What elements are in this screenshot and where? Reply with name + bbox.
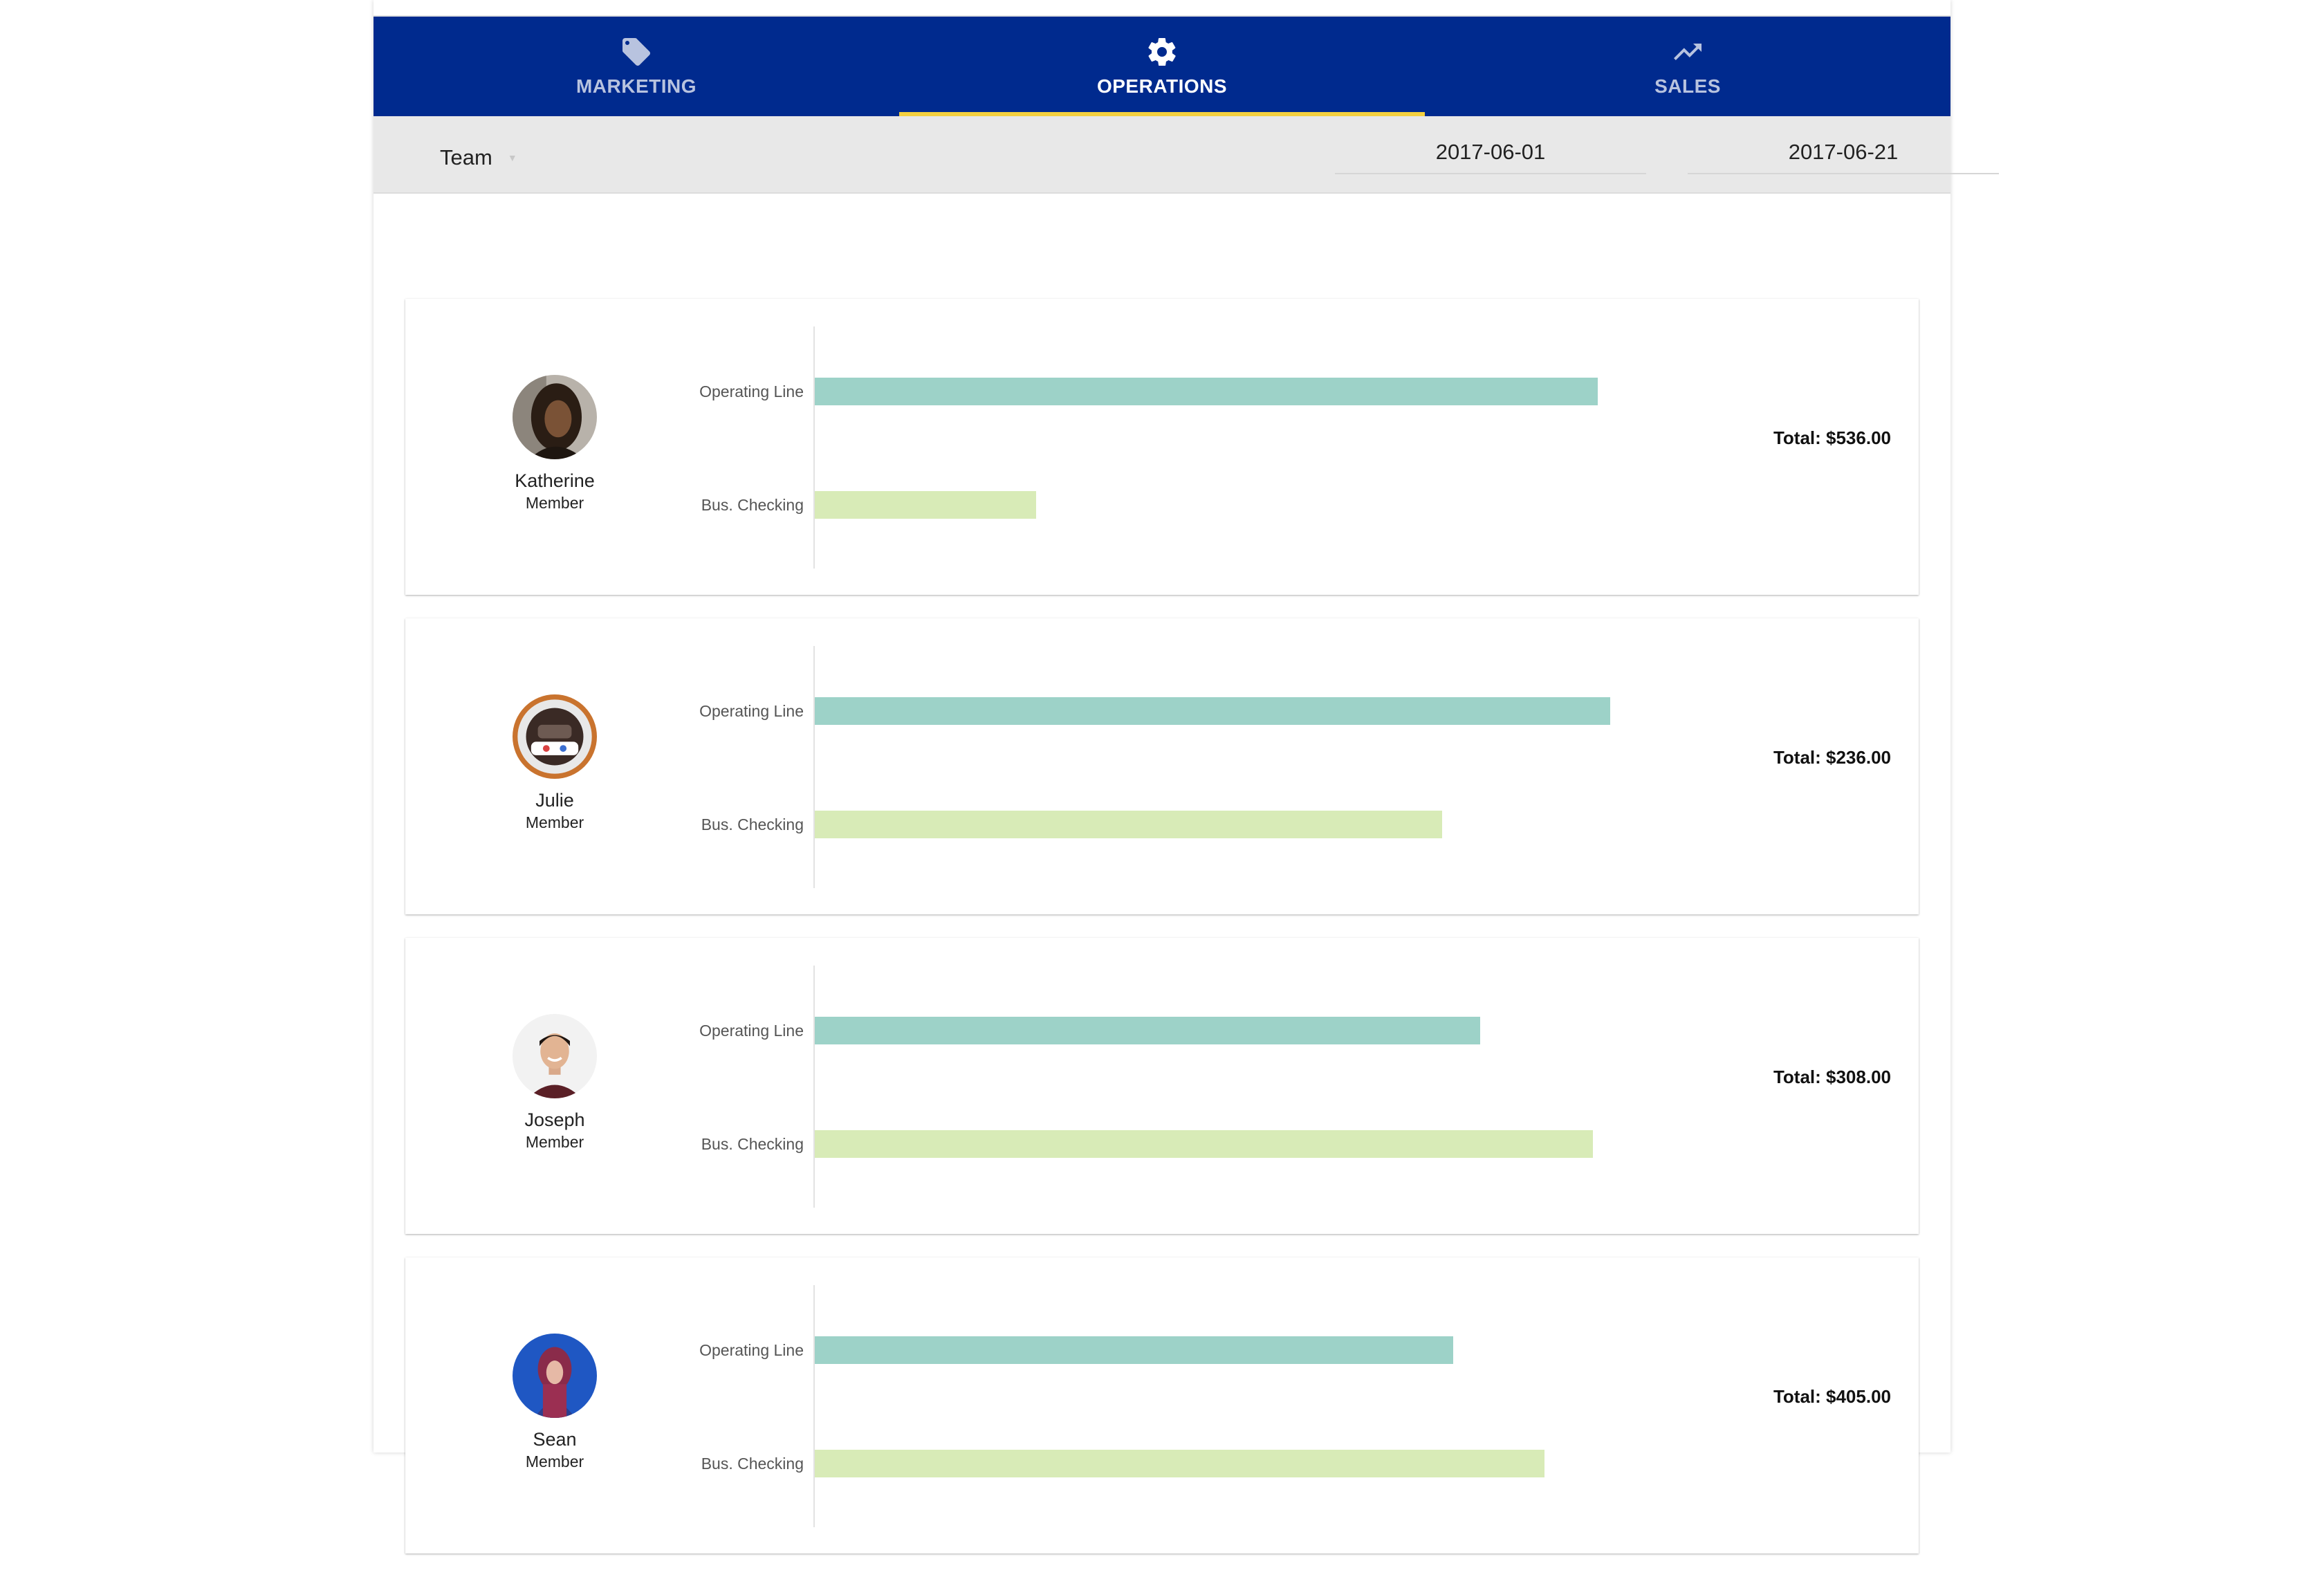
member-card-list: Katherine Member Operating Line Bus. Che… bbox=[405, 299, 1919, 1577]
member-total: Total: $236.00 bbox=[1773, 747, 1891, 768]
trending-up-icon bbox=[1671, 35, 1704, 68]
chart-axis bbox=[813, 966, 815, 1208]
filter-bar: Team ▼ 2017-06-01 2017-06-21 bbox=[374, 116, 1999, 194]
bar-row-operating-line: Operating Line bbox=[654, 697, 1610, 725]
avatar bbox=[513, 1334, 597, 1418]
member-info: Julie Member bbox=[486, 694, 624, 833]
member-total: Total: $308.00 bbox=[1773, 1067, 1891, 1087]
bar-operating-line bbox=[815, 1336, 1453, 1364]
bar-operating-line bbox=[815, 697, 1610, 725]
member-total: Total: $405.00 bbox=[1773, 1386, 1891, 1407]
chart-axis bbox=[813, 646, 815, 888]
bar-label: Bus. Checking bbox=[701, 815, 804, 833]
bar-operating-line bbox=[815, 1017, 1480, 1044]
member-info: Joseph Member bbox=[486, 1014, 624, 1152]
bar-row-bus-checking: Bus. Checking bbox=[654, 491, 1567, 519]
avatar bbox=[513, 694, 597, 779]
tag-icon bbox=[620, 35, 653, 68]
caret-down-icon: ▼ bbox=[507, 152, 517, 163]
account-bar-chart: Operating Line Bus. Checking bbox=[654, 646, 1610, 888]
bar-label: Operating Line bbox=[699, 1341, 804, 1359]
bar-row-operating-line: Operating Line bbox=[654, 1336, 1567, 1364]
tab-bar: MARKETING OPERATIONS SALES bbox=[374, 17, 1950, 116]
bar-bus-checking bbox=[815, 1450, 1544, 1477]
start-date-field[interactable]: 2017-06-01 bbox=[1335, 131, 1646, 174]
bar-label: Bus. Checking bbox=[701, 1135, 804, 1153]
top-strip bbox=[374, 0, 1950, 17]
member-role: Member bbox=[525, 813, 584, 831]
member-name: Julie bbox=[535, 790, 574, 811]
member-info: Sean Member bbox=[486, 1334, 624, 1472]
end-date-field[interactable]: 2017-06-21 bbox=[1688, 131, 1999, 174]
team-select-label: Team bbox=[440, 145, 492, 169]
tab-sales[interactable]: SALES bbox=[1425, 17, 1950, 116]
tab-label: MARKETING bbox=[575, 75, 697, 97]
tab-label: SALES bbox=[1654, 75, 1721, 97]
bar-label: Operating Line bbox=[699, 1022, 804, 1040]
chart-axis bbox=[813, 1285, 815, 1527]
tab-marketing[interactable]: MARKETING bbox=[374, 17, 899, 116]
bar-row-bus-checking: Bus. Checking bbox=[654, 1130, 1593, 1158]
member-card: Katherine Member Operating Line Bus. Che… bbox=[405, 299, 1919, 595]
bar-label: Operating Line bbox=[699, 702, 804, 720]
tab-operations[interactable]: OPERATIONS bbox=[899, 17, 1425, 116]
member-name: Sean bbox=[533, 1429, 577, 1450]
member-card: Julie Member Operating Line Bus. Checkin… bbox=[405, 618, 1919, 914]
account-bar-chart: Operating Line Bus. Checking bbox=[654, 326, 1598, 569]
member-role: Member bbox=[525, 1452, 584, 1470]
dashboard-page: MARKETING OPERATIONS SALES Team ▼ 2017-0… bbox=[374, 0, 1999, 1553]
tab-label: OPERATIONS bbox=[1096, 75, 1228, 97]
bar-bus-checking bbox=[815, 811, 1442, 838]
member-name: Katherine bbox=[515, 470, 595, 491]
bar-operating-line bbox=[815, 378, 1598, 405]
member-info: Katherine Member bbox=[486, 375, 624, 513]
member-role: Member bbox=[525, 1133, 584, 1151]
bar-row-bus-checking: Bus. Checking bbox=[654, 811, 1567, 838]
bar-label: Operating Line bbox=[699, 382, 804, 400]
bar-bus-checking bbox=[815, 491, 1036, 519]
chart-axis bbox=[813, 326, 815, 569]
end-date-value: 2017-06-21 bbox=[1788, 140, 1899, 164]
member-role: Member bbox=[525, 494, 584, 512]
account-bar-chart: Operating Line Bus. Checking bbox=[654, 966, 1593, 1208]
avatar bbox=[513, 375, 597, 459]
bar-row-bus-checking: Bus. Checking bbox=[654, 1450, 1567, 1477]
bar-label: Bus. Checking bbox=[701, 496, 804, 514]
start-date-value: 2017-06-01 bbox=[1435, 140, 1546, 164]
team-select[interactable]: Team ▼ bbox=[440, 145, 517, 170]
member-total: Total: $536.00 bbox=[1773, 427, 1891, 448]
gear-icon bbox=[1145, 35, 1179, 68]
member-card: Sean Member Operating Line Bus. Checking… bbox=[405, 1257, 1919, 1553]
member-card: Joseph Member Operating Line Bus. Checki… bbox=[405, 938, 1919, 1234]
bar-row-operating-line: Operating Line bbox=[654, 1017, 1567, 1044]
bar-bus-checking bbox=[815, 1130, 1593, 1158]
member-name: Joseph bbox=[524, 1109, 585, 1130]
account-bar-chart: Operating Line Bus. Checking bbox=[654, 1285, 1567, 1527]
avatar bbox=[513, 1014, 597, 1098]
bar-label: Bus. Checking bbox=[701, 1455, 804, 1473]
bar-row-operating-line: Operating Line bbox=[654, 378, 1598, 405]
